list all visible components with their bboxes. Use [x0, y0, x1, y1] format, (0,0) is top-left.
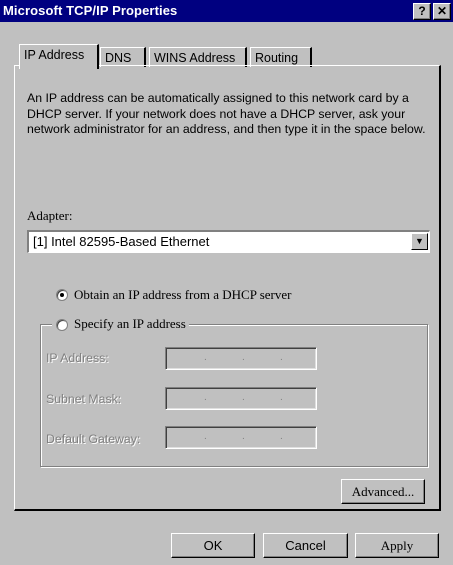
- window-title: Microsoft TCP/IP Properties: [3, 3, 178, 18]
- active-tab-joiner: [20, 65, 97, 67]
- tab-label: Routing: [255, 51, 299, 65]
- tab-label: DNS: [105, 51, 132, 65]
- apply-button[interactable]: Apply: [355, 533, 439, 558]
- tab-wins-address[interactable]: WINS Address: [149, 47, 247, 67]
- tab-label: IP Address: [24, 48, 85, 62]
- tab-routing[interactable]: Routing: [250, 47, 312, 67]
- tab-label: WINS Address: [154, 51, 236, 65]
- ok-button[interactable]: OK: [171, 533, 255, 558]
- close-icon: ✕: [436, 4, 448, 18]
- close-button[interactable]: ✕: [433, 3, 451, 20]
- cancel-button[interactable]: Cancel: [263, 533, 348, 558]
- tab-panel: [14, 65, 441, 511]
- question-mark-icon: ?: [418, 4, 426, 18]
- tab-dns[interactable]: DNS: [100, 47, 146, 67]
- window-titlebar[interactable]: Microsoft TCP/IP Properties ? ✕: [0, 0, 453, 22]
- help-button[interactable]: ?: [413, 3, 431, 20]
